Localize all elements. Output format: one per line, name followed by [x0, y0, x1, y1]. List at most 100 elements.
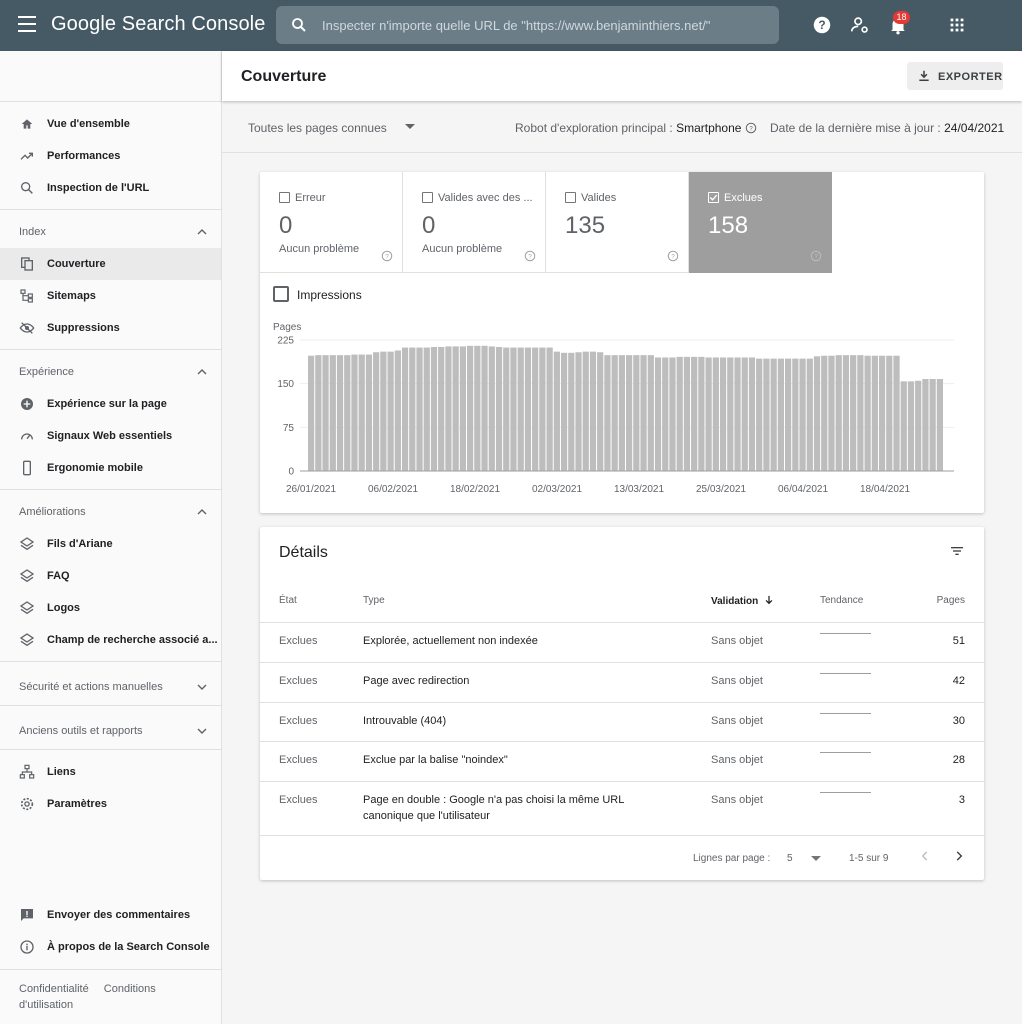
- sidebar-section-index[interactable]: Index: [0, 218, 221, 246]
- sidebar-section-security[interactable]: Sécurité et actions manuelles: [0, 673, 221, 701]
- sidebar-item-overview[interactable]: Vue d'ensemble: [0, 108, 221, 140]
- sidebar-divider: [0, 705, 221, 706]
- section-title: Anciens outils et rapports: [19, 725, 143, 737]
- header-pages[interactable]: Pages: [937, 595, 965, 606]
- y-tick-label: 75: [283, 423, 295, 434]
- rows-per-page-select[interactable]: 5: [787, 853, 793, 864]
- help-outline-icon[interactable]: ?: [810, 250, 822, 262]
- stat-tile-error[interactable]: Erreur 0 Aucun problème ?: [260, 172, 403, 273]
- cell-validation: Sans objet: [711, 794, 763, 806]
- stat-tile-valid-warnings[interactable]: Valides avec des ... 0 Aucun problème ?: [403, 172, 546, 273]
- checkbox[interactable]: [422, 192, 433, 203]
- sidebar-item-mobile-usability[interactable]: Ergonomie mobile: [0, 452, 221, 484]
- help-outline-icon[interactable]: ?: [667, 250, 679, 262]
- stat-tile-excluded[interactable]: Exclues 158 ?: [689, 172, 832, 273]
- coverage-card: Erreur 0 Aucun problème ? Valides avec d…: [260, 172, 984, 513]
- filter-list-icon[interactable]: [949, 543, 965, 559]
- table-row[interactable]: Exclues Page avec redirection Sans objet…: [260, 662, 984, 702]
- header-validation[interactable]: Validation: [711, 595, 774, 607]
- bar: [886, 355, 893, 471]
- last-update-label: Date de la dernière mise à jour :: [770, 121, 941, 135]
- sidebar-item-label: FAQ: [47, 570, 70, 582]
- url-inspect-search[interactable]: [276, 6, 779, 44]
- sidebar-item-performance[interactable]: Performances: [0, 140, 221, 172]
- sidebar-item-send-feedback[interactable]: Envoyer des commentaires: [0, 899, 221, 931]
- checkbox-checked[interactable]: [708, 192, 719, 203]
- chevron-right-icon[interactable]: [952, 849, 966, 863]
- bar: [351, 354, 358, 471]
- url-inspect-input[interactable]: [322, 6, 762, 44]
- cell-pages: 30: [952, 715, 965, 727]
- export-button[interactable]: EXPORTER: [907, 62, 1003, 90]
- checkbox[interactable]: [273, 286, 289, 302]
- stat-tile-valid[interactable]: Valides 135 ?: [546, 172, 689, 273]
- table-row[interactable]: Exclues Exclue par la balise "noindex" S…: [260, 741, 984, 781]
- bar: [691, 356, 698, 471]
- sidebar-item-coverage[interactable]: Couverture: [0, 248, 221, 280]
- header-type[interactable]: Type: [363, 595, 385, 606]
- impressions-label: Impressions: [297, 288, 362, 302]
- help-outline-icon[interactable]: ?: [524, 250, 536, 262]
- section-title: Index: [19, 226, 46, 238]
- bar: [380, 351, 387, 471]
- sidebar-item-label: Suppressions: [47, 322, 120, 334]
- help-outline-icon[interactable]: ?: [745, 122, 757, 134]
- help-icon[interactable]: ?: [811, 14, 833, 36]
- chevron-up-icon: [197, 369, 207, 375]
- x-tick-label: 13/03/2021: [614, 484, 664, 495]
- sidebar-section-legacy-tools[interactable]: Anciens outils et rapports: [0, 717, 221, 745]
- sidebar-item-settings[interactable]: Paramètres: [0, 788, 221, 820]
- bar: [857, 355, 864, 471]
- checkbox[interactable]: [279, 192, 290, 203]
- menu-icon[interactable]: [18, 16, 38, 34]
- bar: [878, 355, 886, 471]
- manage-users-icon[interactable]: [849, 14, 871, 36]
- trend-sparkline: [820, 713, 871, 714]
- trend-sparkline: [820, 752, 871, 753]
- bar: [936, 379, 943, 471]
- bar: [698, 356, 705, 471]
- sidebar-item-sitelinks-searchbox[interactable]: Champ de recherche associé a...: [0, 624, 221, 656]
- pages-filter-select[interactable]: Toutes les pages connues: [248, 121, 387, 135]
- sidebar-divider: [0, 661, 221, 662]
- bar: [467, 345, 474, 471]
- sidebar-section-experience[interactable]: Expérience: [0, 358, 221, 386]
- bar: [900, 381, 907, 471]
- checkbox[interactable]: [565, 192, 576, 203]
- apps-grid-icon[interactable]: [946, 14, 968, 36]
- bar: [503, 347, 510, 471]
- caret-down-icon[interactable]: [811, 856, 821, 861]
- trend-sparkline: [820, 673, 871, 674]
- sidebar-item-page-experience[interactable]: Expérience sur la page: [0, 388, 221, 420]
- app-brand[interactable]: Google Search Console: [51, 13, 265, 36]
- bar: [423, 347, 430, 471]
- bar: [582, 351, 589, 471]
- sidebar-section-enhancements[interactable]: Améliorations: [0, 498, 221, 526]
- stat-value: 0: [279, 212, 293, 239]
- bar: [322, 355, 329, 471]
- home-icon: [21, 119, 33, 129]
- table-row[interactable]: Exclues Explorée, actuellement non index…: [260, 622, 984, 662]
- sidebar-item-faq[interactable]: FAQ: [0, 560, 221, 592]
- sidebar-item-core-web-vitals[interactable]: Signaux Web essentiels: [0, 420, 221, 452]
- sidebar-item-about[interactable]: À propos de la Search Console: [0, 931, 221, 963]
- caret-down-icon[interactable]: [405, 124, 415, 129]
- bar: [336, 355, 344, 471]
- sidebar-item-removals[interactable]: Suppressions: [0, 312, 221, 344]
- table-row[interactable]: Exclues Introuvable (404) Sans objet 30: [260, 702, 984, 742]
- privacy-link[interactable]: Confidentialité: [19, 983, 89, 995]
- table-row[interactable]: Exclues Page en double : Google n'a pas …: [260, 781, 984, 835]
- section-title: Sécurité et actions manuelles: [19, 681, 163, 693]
- header-trend[interactable]: Tendance: [820, 595, 863, 606]
- sidebar-item-url-inspection[interactable]: Inspection de l'URL: [0, 172, 221, 204]
- sidebar-item-breadcrumbs[interactable]: Fils d'Ariane: [0, 528, 221, 560]
- help-outline-icon[interactable]: ?: [381, 250, 393, 262]
- chevron-left-icon[interactable]: [918, 849, 932, 863]
- sidebar-item-label: Logos: [47, 602, 80, 614]
- sidebar-item-links[interactable]: Liens: [0, 756, 221, 788]
- bar: [553, 351, 560, 471]
- header-state[interactable]: État: [279, 595, 297, 606]
- sidebar-item-logos[interactable]: Logos: [0, 592, 221, 624]
- sidebar-item-label: À propos de la Search Console: [47, 941, 210, 953]
- sidebar-item-sitemaps[interactable]: Sitemaps: [0, 280, 221, 312]
